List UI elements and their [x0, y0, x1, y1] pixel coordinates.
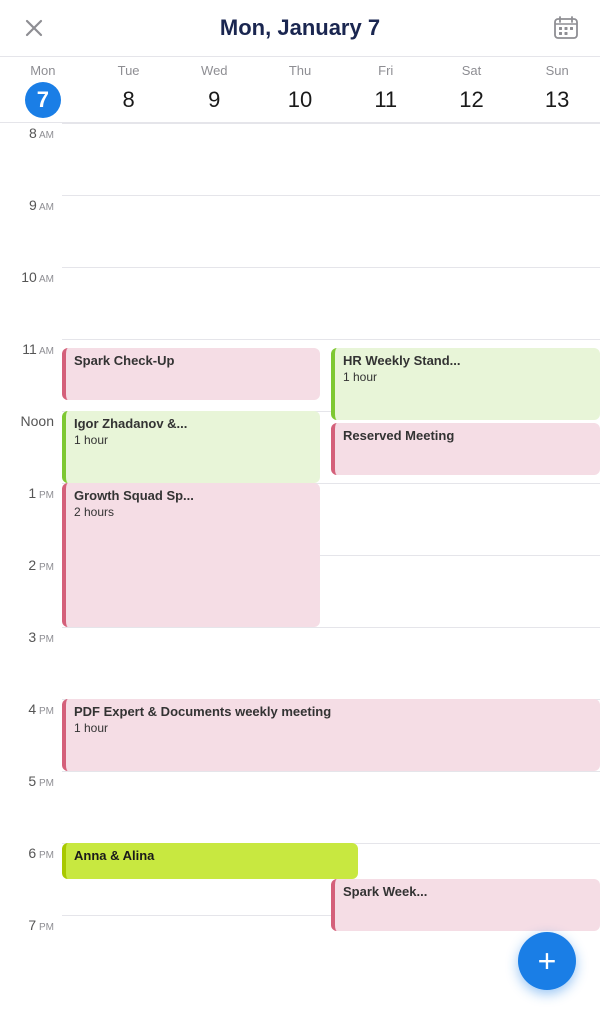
- hour-line: [62, 771, 600, 772]
- time-label: Noon: [21, 413, 54, 429]
- event-title: Spark Week...: [343, 884, 592, 899]
- hour-line: [62, 339, 600, 340]
- event-title: HR Weekly Stand...: [343, 353, 592, 368]
- time-label: 11 AM: [22, 341, 54, 357]
- event-pdf-expert[interactable]: PDF Expert & Documents weekly meeting 1 h…: [62, 699, 600, 771]
- time-slot: 5 PM: [0, 771, 62, 843]
- time-slot: 9 AM: [0, 195, 62, 267]
- time-slot: 11 AM: [0, 339, 62, 411]
- time-label: 1 PM: [28, 485, 54, 501]
- day-label: Fri: [343, 63, 429, 78]
- time-label: 9 AM: [29, 197, 54, 213]
- add-event-button[interactable]: +: [518, 932, 576, 990]
- day-number: 12: [453, 82, 489, 118]
- time-slot: Noon: [0, 411, 62, 483]
- time-slot: 2 PM: [0, 555, 62, 627]
- event-reserved-meeting[interactable]: Reserved Meeting: [331, 423, 600, 475]
- day-label: Sun: [514, 63, 600, 78]
- day-col-sun[interactable]: Sun 13: [514, 63, 600, 118]
- time-label: 5 PM: [28, 773, 54, 789]
- event-duration: 1 hour: [343, 370, 592, 384]
- time-label: 7 PM: [28, 917, 54, 933]
- time-slot: 7 PM: [0, 915, 62, 987]
- time-slot: 10 AM: [0, 267, 62, 339]
- event-growth-squad[interactable]: Growth Squad Sp... 2 hours: [62, 483, 320, 627]
- day-number: 10: [282, 82, 318, 118]
- calendar-icon-button[interactable]: [548, 10, 584, 46]
- day-number: 9: [196, 82, 232, 118]
- event-spark-week[interactable]: Spark Week...: [331, 879, 600, 931]
- day-label: Sat: [429, 63, 515, 78]
- time-label: 2 PM: [28, 557, 54, 573]
- time-label: 4 PM: [28, 701, 54, 717]
- header: Mon, January 7: [0, 0, 600, 57]
- time-slot: 4 PM: [0, 699, 62, 771]
- day-col-tue[interactable]: Tue 8: [86, 63, 172, 118]
- event-title: PDF Expert & Documents weekly meeting: [74, 704, 592, 719]
- close-button[interactable]: [16, 10, 52, 46]
- event-duration: 2 hours: [74, 505, 312, 519]
- day-number: 11: [368, 82, 404, 118]
- event-igor-zhadanov[interactable]: Igor Zhadanov &... 1 hour: [62, 411, 320, 483]
- hour-line: [62, 195, 600, 196]
- day-label: Tue: [86, 63, 172, 78]
- event-title: Reserved Meeting: [343, 428, 592, 443]
- time-slot: 1 PM: [0, 483, 62, 555]
- day-col-wed[interactable]: Wed 9: [171, 63, 257, 118]
- event-anna-alina[interactable]: Anna & Alina: [62, 843, 358, 879]
- time-label: 10 AM: [21, 269, 54, 285]
- time-label: 3 PM: [28, 629, 54, 645]
- day-label: Wed: [171, 63, 257, 78]
- day-number: 7: [25, 82, 61, 118]
- time-column: 8 AM 9 AM 10 AM 11 AM Noon 1 PM 2 PM 3 PM 4 PM 5 …: [0, 123, 62, 1022]
- time-slot: 6 PM: [0, 843, 62, 915]
- hour-line: [62, 123, 600, 124]
- event-title: Spark Check-Up: [74, 353, 312, 368]
- time-slot: 3 PM: [0, 627, 62, 699]
- calendar-grid: 8 AM 9 AM 10 AM 11 AM Noon 1 PM 2 PM 3 PM 4 PM 5 …: [0, 123, 600, 1022]
- time-label: 8 AM: [29, 125, 54, 141]
- time-label: 6 PM: [28, 845, 54, 861]
- event-duration: 1 hour: [74, 721, 592, 735]
- app-container: Mon, January 7 Mon 7 Tue 8 Wed 9 Thu 10 Fri 11 Sat…: [0, 0, 600, 1022]
- event-title: Anna & Alina: [74, 848, 350, 863]
- day-col-thu[interactable]: Thu 10: [257, 63, 343, 118]
- event-spark-checkup[interactable]: Spark Check-Up: [62, 348, 320, 400]
- event-title: Growth Squad Sp...: [74, 488, 312, 503]
- event-duration: 1 hour: [74, 433, 312, 447]
- day-row: Mon 7 Tue 8 Wed 9 Thu 10 Fri 11 Sat 12 Sun 13: [0, 57, 600, 123]
- day-number: 8: [111, 82, 147, 118]
- day-col-mon[interactable]: Mon 7: [0, 63, 86, 118]
- time-slot: 8 AM: [0, 123, 62, 195]
- hour-line: [62, 267, 600, 268]
- day-col-fri[interactable]: Fri 11: [343, 63, 429, 118]
- day-col-sat[interactable]: Sat 12: [429, 63, 515, 118]
- day-label: Mon: [0, 63, 86, 78]
- event-hr-weekly[interactable]: HR Weekly Stand... 1 hour: [331, 348, 600, 420]
- day-number: 13: [539, 82, 575, 118]
- hour-line: [62, 627, 600, 628]
- events-area: Spark Check-UpHR Weekly Stand...1 hourIg…: [62, 123, 600, 1022]
- day-label: Thu: [257, 63, 343, 78]
- event-title: Igor Zhadanov &...: [74, 416, 312, 431]
- header-title: Mon, January 7: [220, 15, 380, 41]
